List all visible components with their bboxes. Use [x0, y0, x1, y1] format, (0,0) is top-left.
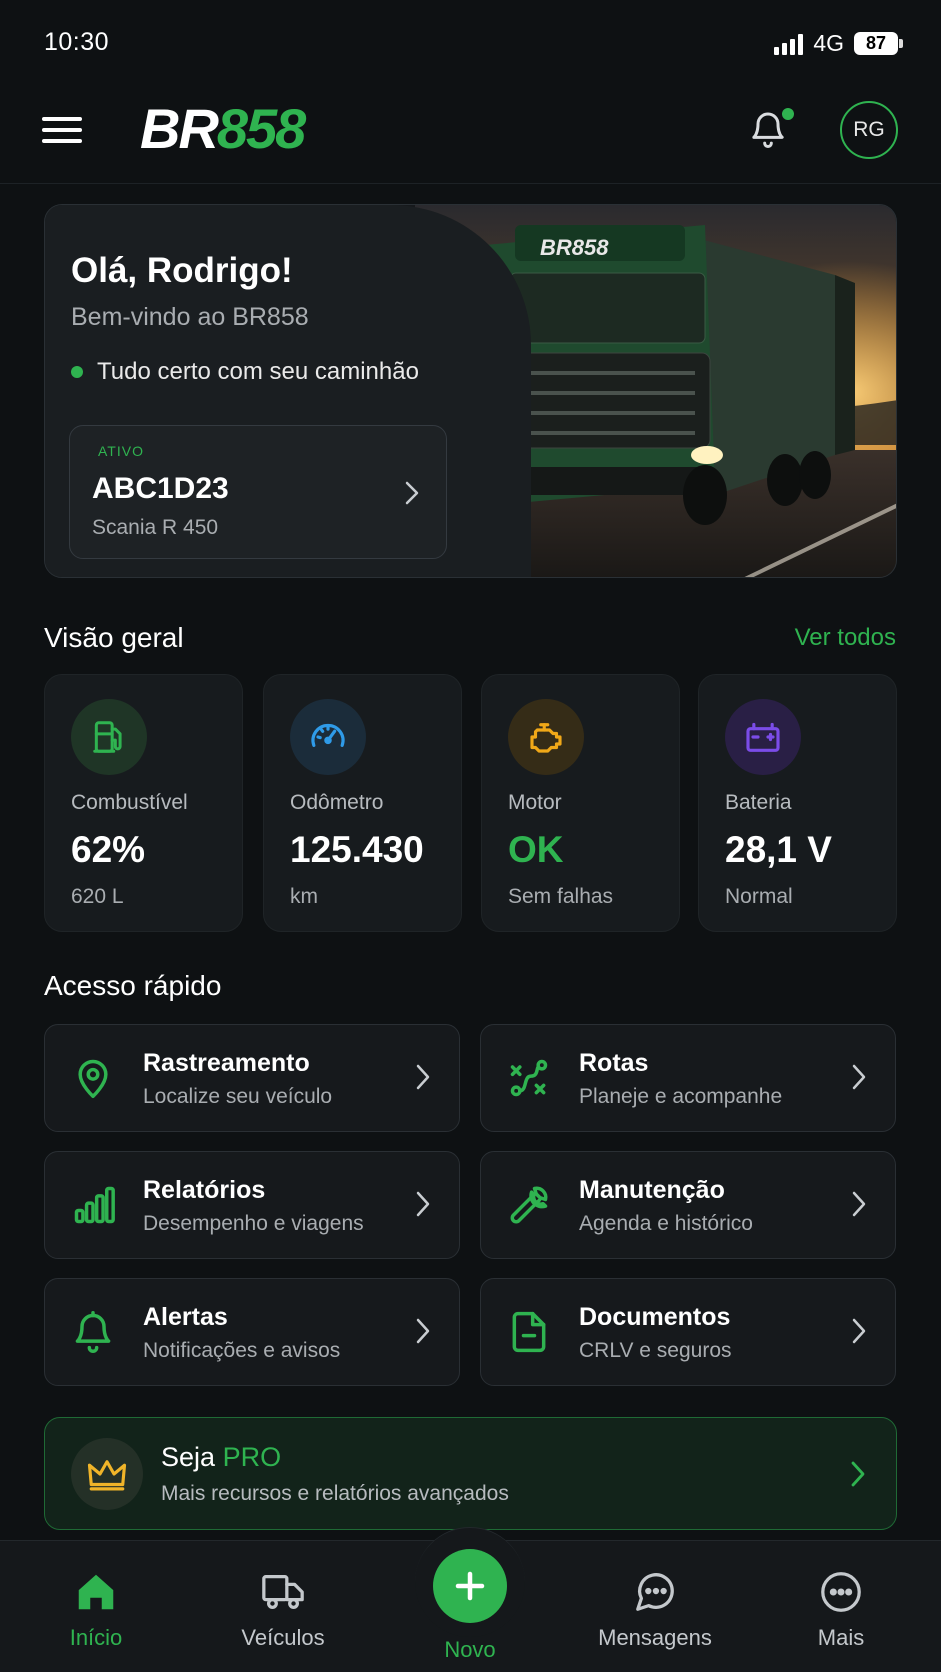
hero-card: BR858 Olá, Rodrigo! Bem-vindo ao BR858 T…	[44, 204, 897, 578]
wrench-icon	[510, 1186, 548, 1224]
battery-level: 87	[854, 32, 898, 55]
stat-card-odometer[interactable]: Odômetro 125.430 km	[263, 674, 462, 932]
nav-label: Mensagens	[598, 1625, 712, 1650]
crown-icon	[71, 1438, 143, 1510]
quick-link-documents[interactable]: Documentos CRLV e seguros	[480, 1278, 896, 1386]
plus-icon	[455, 1571, 485, 1601]
fuel-icon	[71, 699, 147, 775]
app-logo: BR858	[140, 97, 306, 160]
nav-more[interactable]: Mais	[766, 1569, 916, 1651]
stat-value: 28,1 V	[725, 829, 832, 870]
pro-title: Seja PRO	[161, 1442, 282, 1472]
home-icon	[78, 1574, 114, 1610]
status-dot	[71, 366, 83, 378]
tile-subtitle: Notificações e avisos	[143, 1339, 341, 1362]
chevron-right-icon	[416, 1191, 430, 1217]
network-type: 4G	[813, 30, 844, 56]
chevron-right-icon	[405, 481, 419, 505]
battery-icon	[725, 699, 801, 775]
welcome-text: Bem-vindo ao BR858	[71, 303, 309, 331]
app-header: BR858 RG	[0, 88, 941, 184]
tile-subtitle: Localize seu veículo	[143, 1085, 333, 1108]
active-vehicle-card[interactable]: ATIVO ABC1D23 Scania R 450	[69, 425, 447, 559]
quick-link-routes[interactable]: Rotas Planeje e acompanhe	[480, 1024, 896, 1132]
stat-value: 125.430	[290, 829, 424, 870]
battery-icon: 87	[854, 32, 903, 55]
tile-subtitle: Agenda e histórico	[579, 1212, 753, 1235]
stat-label: Odômetro	[290, 791, 384, 814]
truck-icon	[262, 1575, 304, 1609]
quick-link-alerts[interactable]: Alertas Notificações e avisos	[44, 1278, 460, 1386]
tile-title: Manutenção	[579, 1176, 725, 1204]
chevron-right-icon	[852, 1064, 866, 1090]
nav-label: Veículos	[241, 1625, 325, 1650]
new-button[interactable]	[433, 1549, 507, 1623]
truck-logo-text: BR858	[540, 235, 609, 260]
bottom-navigation: Início Veículos Novo Mensagens Mais	[0, 1527, 941, 1672]
speedometer-icon	[290, 699, 366, 775]
notifications-button[interactable]	[748, 106, 796, 156]
tile-title: Rotas	[579, 1049, 649, 1077]
location-pin-icon	[78, 1059, 108, 1099]
quick-link-tracking[interactable]: Rastreamento Localize seu veículo	[44, 1024, 460, 1132]
quick-link-maintenance[interactable]: Manutenção Agenda e histórico	[480, 1151, 896, 1259]
stat-card-fuel[interactable]: Combustível 62% 620 L	[44, 674, 243, 932]
signal-icon	[774, 33, 804, 55]
tile-subtitle: Desempenho e viagens	[143, 1212, 364, 1235]
stat-value: 62%	[71, 829, 146, 870]
status-indicators: 4G 87	[774, 30, 903, 57]
document-icon	[512, 1311, 546, 1353]
nav-label: Novo	[444, 1637, 496, 1662]
tile-title: Rastreamento	[143, 1049, 310, 1077]
nav-vehicles[interactable]: Veículos	[208, 1569, 358, 1651]
stat-label: Combustível	[71, 791, 188, 814]
avatar[interactable]: RG	[840, 101, 898, 159]
tile-title: Documentos	[579, 1303, 731, 1331]
chevron-right-icon	[851, 1461, 865, 1487]
tile-title: Relatórios	[143, 1176, 266, 1204]
status-time: 10:30	[44, 28, 110, 56]
quick-link-reports[interactable]: Relatórios Desempenho e viagens	[44, 1151, 460, 1259]
nav-messages[interactable]: Mensagens	[580, 1569, 730, 1651]
chevron-right-icon	[416, 1064, 430, 1090]
greeting: Olá, Rodrigo!	[71, 251, 293, 290]
stat-value: OK	[508, 829, 564, 870]
tile-subtitle: CRLV e seguros	[579, 1339, 732, 1362]
vehicle-model: Scania R 450	[92, 516, 219, 539]
chevron-right-icon	[852, 1191, 866, 1217]
overview-title: Visão geral	[44, 622, 184, 653]
stat-sub: Normal	[725, 885, 793, 908]
menu-button[interactable]	[42, 114, 82, 146]
stat-label: Bateria	[725, 791, 792, 814]
nav-label: Mais	[817, 1625, 865, 1650]
nav-home[interactable]: Início	[21, 1569, 171, 1651]
tile-title: Alertas	[143, 1303, 228, 1331]
stat-card-battery[interactable]: Bateria 28,1 V Normal	[698, 674, 897, 932]
chevron-right-icon	[852, 1318, 866, 1344]
see-all-link[interactable]: Ver todos	[795, 624, 896, 652]
vehicle-status-text: Tudo certo com seu caminhão	[97, 358, 419, 385]
status-badge: ATIVO	[98, 443, 144, 459]
vehicle-plate: ABC1D23	[92, 472, 229, 505]
stat-sub: Sem falhas	[508, 885, 614, 908]
quick-access-title: Acesso rápido	[44, 970, 222, 1001]
chevron-right-icon	[416, 1318, 430, 1344]
pro-banner[interactable]: Seja PRO Mais recursos e relatórios avan…	[44, 1417, 897, 1530]
engine-icon	[508, 699, 584, 775]
more-icon	[821, 1572, 861, 1612]
vehicle-status: Tudo certo com seu caminhão	[71, 358, 419, 386]
chat-icon	[636, 1573, 674, 1611]
tile-subtitle: Planeje e acompanhe	[579, 1085, 783, 1108]
stat-label: Motor	[508, 791, 562, 814]
pro-subtitle: Mais recursos e relatórios avançados	[161, 1482, 509, 1505]
notification-dot	[782, 108, 794, 120]
bar-chart-icon	[74, 1186, 115, 1224]
stat-card-engine[interactable]: Motor OK Sem falhas	[481, 674, 680, 932]
route-icon	[510, 1059, 548, 1097]
stat-sub: km	[290, 885, 318, 908]
bell-icon	[75, 1311, 111, 1353]
nav-label: Início	[69, 1625, 123, 1650]
stat-sub: 620 L	[71, 885, 124, 908]
